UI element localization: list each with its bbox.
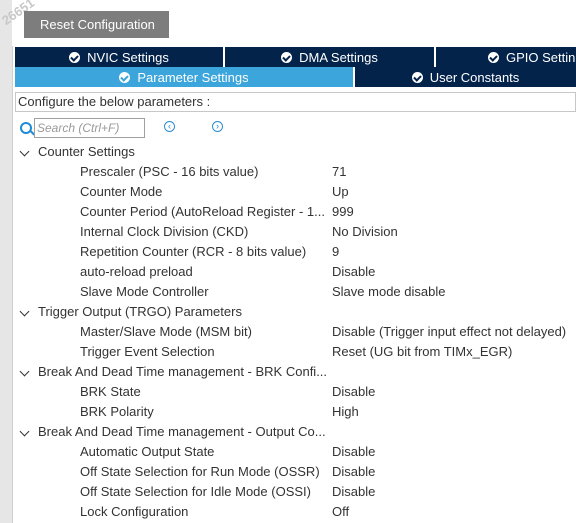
check-circle-icon [281,51,293,63]
chevron-down-icon [19,306,30,317]
group-label: Trigger Output (TRGO) Parameters [38,304,242,319]
group-brk-configuration[interactable]: Break And Dead Time management - BRK Con… [15,362,576,382]
tab-gpio-settings[interactable]: GPIO Settin [436,47,576,67]
param-value[interactable]: Disable [332,382,375,402]
check-circle-icon [411,71,423,83]
param-row[interactable]: Internal Clock Division (CKD) No Division [15,222,576,242]
param-row[interactable]: Lock Configuration Off [15,502,576,522]
tab-row-2: Parameter Settings User Constants [15,67,576,87]
param-value[interactable]: Disable [332,462,375,482]
search-icon [20,122,32,134]
reset-configuration-button[interactable]: Reset Configuration [24,11,169,38]
param-name: Repetition Counter (RCR - 8 bits value) [80,244,307,259]
param-row[interactable]: Slave Mode Controller Slave mode disable [15,282,576,302]
param-name: Lock Configuration [80,504,189,519]
param-value[interactable]: Off [332,502,349,522]
check-circle-icon [119,71,131,83]
param-row[interactable]: Trigger Event Selection Reset (UG bit fro… [15,342,576,362]
param-name: Automatic Output State [80,444,215,459]
param-row[interactable]: Master/Slave Mode (MSM bit) Disable (Trig… [15,322,576,342]
left-panel-edge [0,0,13,523]
param-value[interactable]: 9 [332,242,339,262]
param-value[interactable]: Disable (Trigger input effect not delaye… [332,322,566,342]
tab-parameter-settings[interactable]: Parameter Settings [15,67,355,87]
param-value[interactable]: 999 [332,202,354,222]
chevron-down-icon [19,146,30,157]
param-row[interactable]: Off State Selection for Run Mode (OSSR) D… [15,462,576,482]
group-counter-settings[interactable]: Counter Settings [15,142,576,162]
param-value[interactable]: High [332,402,359,422]
group-output-configuration[interactable]: Break And Dead Time management - Output … [15,422,576,442]
param-value[interactable]: Disable [332,262,375,282]
param-row[interactable]: Automatic Output State Disable [15,442,576,462]
param-value[interactable]: Up [332,182,349,202]
param-row[interactable]: auto-reload preload Disable [15,262,576,282]
check-circle-icon [69,51,81,63]
param-name: Prescaler (PSC - 16 bits value) [80,164,259,179]
tab-label: User Constants [429,69,520,85]
param-name: Slave Mode Controller [80,284,209,299]
param-row[interactable]: BRK Polarity High [15,402,576,422]
param-value[interactable]: Disable [332,482,375,502]
param-row[interactable]: Repetition Counter (RCR - 8 bits value) 9 [15,242,576,262]
search-row: ‹ › [19,118,559,140]
param-name: Off State Selection for Run Mode (OSSR) [80,464,320,479]
group-trigger-output[interactable]: Trigger Output (TRGO) Parameters [15,302,576,322]
tab-user-constants[interactable]: User Constants [355,67,576,87]
tab-dma-settings[interactable]: DMA Settings [225,47,436,67]
group-label: Break And Dead Time management - Output … [38,424,326,439]
search-input[interactable] [34,118,145,138]
param-value[interactable]: Disable [332,442,375,462]
tab-label: DMA Settings [299,49,378,65]
param-name: Counter Mode [80,184,163,199]
param-name: Counter Period (AutoReload Register - 1.… [80,204,325,219]
param-row[interactable]: Off State Selection for Idle Mode (OSSI)… [15,482,576,502]
param-name: Off State Selection for Idle Mode (OSSI) [80,484,311,499]
parameter-tree: Counter Settings Prescaler (PSC - 16 bit… [15,142,576,522]
param-name: BRK State [80,384,141,399]
check-circle-icon [488,51,499,63]
param-name: Master/Slave Mode (MSM bit) [80,324,252,339]
previous-result-icon[interactable]: ‹ [164,121,175,132]
tab-label: NVIC Settings [87,49,169,65]
tab-label: Parameter Settings [137,69,249,85]
chevron-down-icon [19,366,30,377]
tab-row-1: NVIC Settings DMA Settings GPIO Settin [15,47,576,67]
next-result-icon[interactable]: › [212,121,223,132]
param-value[interactable]: No Division [332,222,398,242]
param-name: Internal Clock Division (CKD) [80,224,249,239]
tab-nvic-settings[interactable]: NVIC Settings [15,47,225,67]
param-value[interactable]: Slave mode disable [332,282,445,302]
param-name: BRK Polarity [80,404,154,419]
param-row[interactable]: Prescaler (PSC - 16 bits value) 71 [15,162,576,182]
param-row[interactable]: Counter Mode Up [15,182,576,202]
param-row[interactable]: Counter Period (AutoReload Register - 1.… [15,202,576,222]
param-name: Trigger Event Selection [80,344,215,359]
param-name: auto-reload preload [80,264,193,279]
group-label: Counter Settings [38,144,135,159]
description-bar: Configure the below parameters : [15,92,576,112]
tab-label: GPIO Settin [506,49,576,65]
param-value[interactable]: Reset (UG bit from TIMx_EGR) [332,342,512,362]
param-row[interactable]: BRK State Disable [15,382,576,402]
group-label: Break And Dead Time management - BRK Con… [38,364,328,379]
chevron-down-icon [19,426,30,437]
param-value[interactable]: 71 [332,162,346,182]
